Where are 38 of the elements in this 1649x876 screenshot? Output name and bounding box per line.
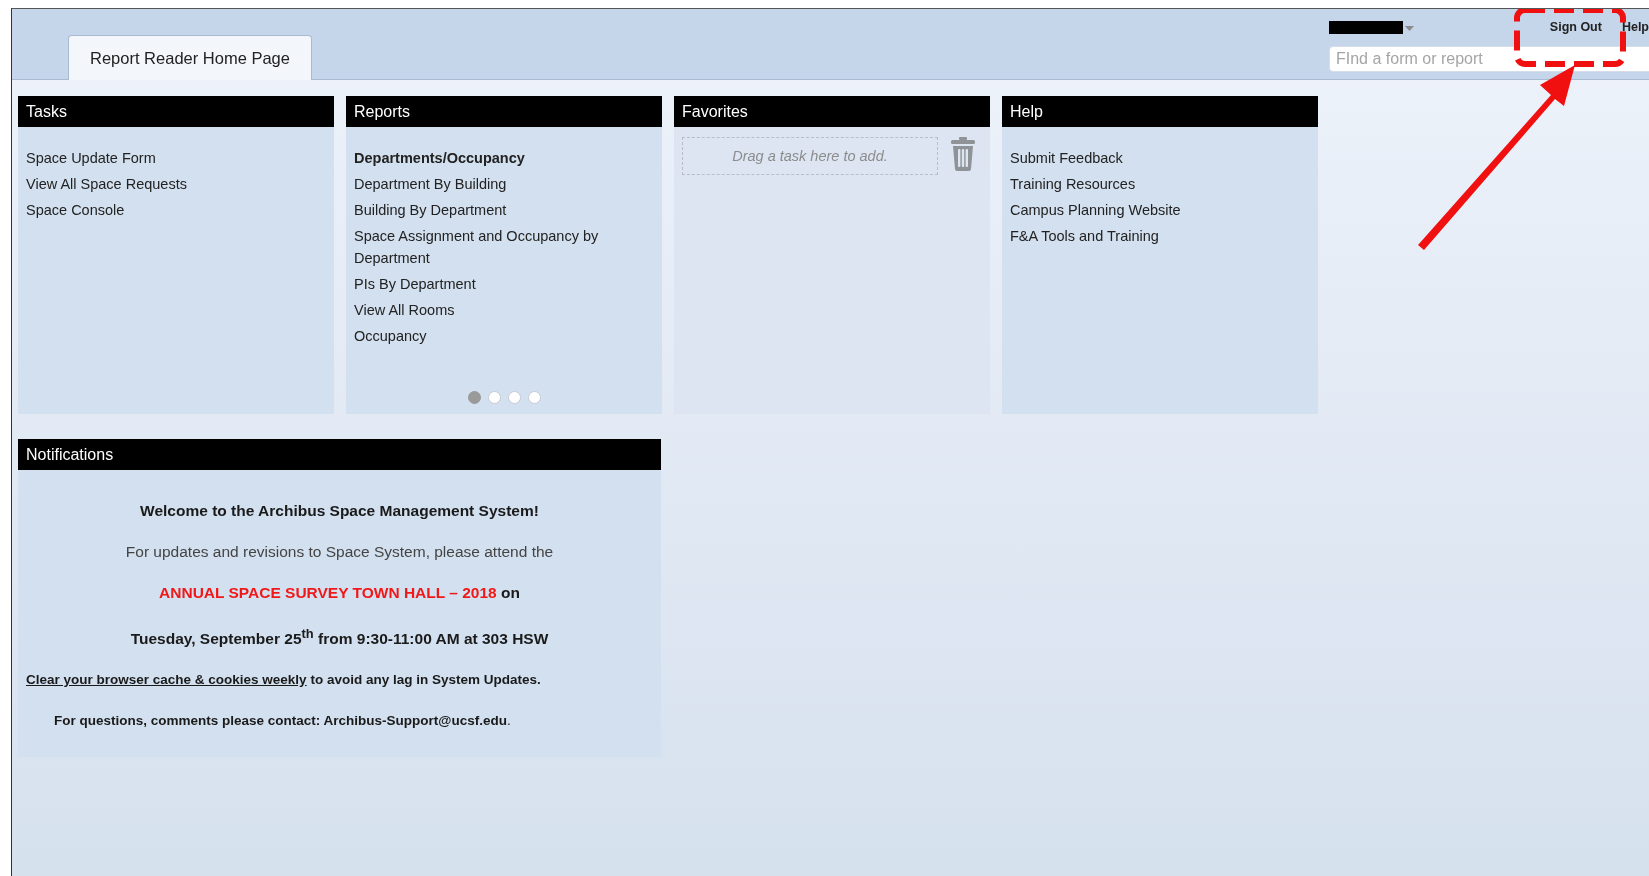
panel-link[interactable]: View All Rooms: [354, 299, 624, 321]
search-field[interactable]: FInd a form or report: [1329, 46, 1649, 72]
panel-link[interactable]: F&A Tools and Training: [1010, 225, 1280, 247]
header-link[interactable]: Sign Out: [1549, 20, 1602, 34]
notification-text: Tuesday, September 25$^{th}$ from 9:30-11:00 AM at 303 HSW: [129, 625, 550, 649]
panel-title: Notifications: [18, 439, 661, 470]
notification-text: Welcome to the Archibus Space Management System!: [139, 501, 540, 520]
panel-link[interactable]: Submit Feedback: [1010, 147, 1280, 169]
notification-text: to avoid any lag in System Updates.: [310, 672, 541, 688]
page-dot[interactable]: [507, 391, 521, 404]
drop-zone: Drag a task here to add.: [682, 137, 938, 175]
header-link[interactable]: Help: [1621, 20, 1649, 34]
panel-link[interactable]: Building By Department: [354, 199, 624, 221]
panel-link[interactable]: Occupancy: [354, 325, 624, 347]
contact-text: For questions, comments please contact: Archibus-Support@ucsf.edu.: [53, 712, 512, 731]
panel-title: Tasks: [18, 96, 334, 127]
panel-link[interactable]: Training Resources: [1010, 173, 1280, 195]
page-dot[interactable]: [527, 391, 541, 404]
panel-link[interactable]: Space Update Form: [26, 147, 296, 169]
panel-link[interactable]: Space Console: [26, 199, 296, 221]
trash-icon[interactable]: [950, 137, 976, 171]
caret-icon[interactable]: [1405, 26, 1414, 31]
panel-title: Favorites: [674, 96, 990, 127]
panel-link[interactable]: Campus Planning Website: [1010, 199, 1280, 221]
page-tab[interactable]: Report Reader Home Page: [68, 35, 312, 80]
cache-link[interactable]: Clear your browser cache & cookies weekly: [26, 672, 307, 688]
page-dot[interactable]: [487, 391, 501, 404]
event-title: ANNUAL SPACE SURVEY TOWN HALL – 2018: [159, 584, 497, 601]
panel-link[interactable]: View All Space Requests: [26, 173, 296, 195]
page-dot[interactable]: [467, 391, 481, 404]
panel-link[interactable]: PIs By Department: [354, 273, 624, 295]
panel-title: Reports: [346, 96, 662, 127]
panel-title: Help: [1002, 96, 1318, 127]
notification-text: For updates and revisions to Space System, please attend the: [124, 542, 555, 561]
notification-text: on: [501, 584, 520, 601]
group-heading: Departments/Occupancy: [354, 149, 526, 168]
panel-link[interactable]: Department By Building: [354, 173, 624, 195]
panel-link[interactable]: Space Assignment and Occupancy by Department: [354, 225, 624, 269]
